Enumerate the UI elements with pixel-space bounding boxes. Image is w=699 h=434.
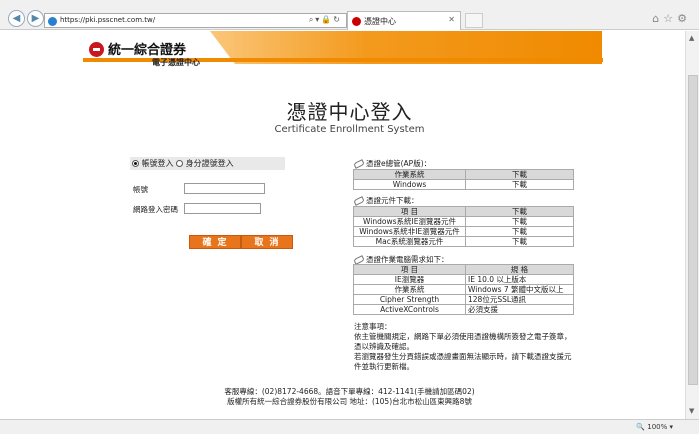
browser-tab[interactable]: 憑證中心 ✕ <box>347 11 461 30</box>
address-url[interactable]: https://pki.psscnet.com.tw/ <box>60 16 155 24</box>
table-cell: Windows <box>353 179 466 190</box>
leaf-icon <box>353 196 365 206</box>
confirm-button[interactable]: 確定 <box>189 235 241 249</box>
table-cell: Mac系統瀏覽器元件 <box>353 236 466 247</box>
account-label: 帳號 <box>133 185 148 194</box>
notes-line-1: 依主管機關規定，網路下單必須使用憑證機構所簽發之電子簽章，憑以辨識及確認。 <box>354 332 572 351</box>
page-title: 憑證中心登入 <box>286 100 413 124</box>
table-cell: 128位元SSL通訊 <box>465 294 574 305</box>
table-cell: 作業系統 <box>353 284 466 295</box>
radio-account-login[interactable] <box>132 160 139 167</box>
download-link[interactable]: 下載 <box>465 216 574 227</box>
table-header: 作業系統 <box>353 169 466 180</box>
zoom-value[interactable]: 100% <box>647 423 667 431</box>
download-link[interactable]: 下載 <box>465 226 574 237</box>
section-requirements-title: 憑證作業電腦需求如下： <box>366 255 449 264</box>
login-type-selector: 帳號登入 身分證號登入 <box>130 157 285 170</box>
table-header: 項 目 <box>353 206 466 217</box>
address-bar[interactable]: https://pki.psscnet.com.tw/ ⌕▾🔒↻ <box>44 13 347 28</box>
zoom-level[interactable]: 🔍 100% ▾ <box>636 423 673 431</box>
favorites-icon[interactable]: ☆ <box>663 12 677 25</box>
address-tools-icon[interactable]: ⌕▾🔒↻ <box>309 15 342 25</box>
home-icon[interactable]: ⌂ <box>652 12 663 25</box>
scroll-down-icon[interactable]: ▼ <box>689 407 694 415</box>
table-cell: Cipher Strength <box>353 294 466 305</box>
forward-button[interactable]: ▶ <box>27 10 44 27</box>
table-cell: Windows系統IE瀏覽器元件 <box>353 216 466 227</box>
table-cell: Windows 7 繁體中文版以上 <box>465 284 574 295</box>
table-cell: Windows系統非IE瀏覽器元件 <box>353 226 466 237</box>
scroll-up-icon[interactable]: ▲ <box>689 34 694 42</box>
new-tab-button[interactable] <box>465 13 483 28</box>
footer-copyright: 版權所有統一綜合證券股份有限公司 地址：(105)台北市松山區東興路8號 <box>227 397 472 406</box>
back-button[interactable]: ◀ <box>8 10 25 27</box>
logo-mark-icon <box>89 42 104 57</box>
table-header: 下載 <box>465 206 574 217</box>
table-cell: 必須支援 <box>465 304 574 315</box>
section-ap-heading: 憑證e總管(AP版)： <box>353 158 432 169</box>
section-components-heading: 憑證元件下載： <box>353 195 419 206</box>
notes-line-2: 若瀏覽器發生分頁錯誤或憑證畫面無法顯示時，請下載憑證支援元件並執行更新檔。 <box>354 352 572 371</box>
toolbar-icons[interactable]: ⌂☆⚙ <box>652 12 691 25</box>
download-link[interactable]: 下載 <box>465 179 574 190</box>
radio-id-login[interactable] <box>176 160 184 167</box>
radio-id-label[interactable]: 身分證號登入 <box>186 159 234 168</box>
company-logo: 統一綜合證券 電子憑證中心 <box>89 40 219 70</box>
close-tab-icon[interactable]: ✕ <box>448 15 455 24</box>
gear-icon[interactable]: ⚙ <box>677 12 691 25</box>
table-cell: IE瀏覽器 <box>353 274 466 285</box>
site-icon <box>48 17 57 26</box>
notes-section: 注意事項： 依主管機關規定，網路下單必須使用憑證機構所簽發之電子簽章，憑以辨識及… <box>354 322 576 372</box>
account-input[interactable] <box>184 183 265 194</box>
status-bar: 🔍 100% ▾ <box>0 419 699 434</box>
vertical-scrollbar[interactable]: ▲ ▼ <box>685 31 699 419</box>
logo-subtitle: 電子憑證中心 <box>152 58 200 67</box>
ap-download-table: 作業系統 下載 Windows 下載 <box>353 169 574 190</box>
password-input[interactable] <box>184 203 261 214</box>
password-label: 網路登入密碼 <box>133 205 178 214</box>
section-ap-title: 憑證e總管(AP版)： <box>366 159 432 168</box>
radio-account-label[interactable]: 帳號登入 <box>142 159 174 168</box>
components-table: 項 目下載 Windows系統IE瀏覽器元件 下載 Windows系統非IE瀏覽器… <box>353 206 574 247</box>
leaf-icon <box>353 159 365 169</box>
cancel-button[interactable]: 取消 <box>241 235 293 249</box>
table-header: 項 目 <box>353 264 466 275</box>
scrollbar-thumb[interactable] <box>688 75 698 385</box>
notes-heading: 注意事項： <box>354 322 392 331</box>
table-header: 下載 <box>465 169 574 180</box>
tab-favicon <box>352 17 361 26</box>
download-link[interactable]: 下載 <box>465 236 574 247</box>
table-cell: IE 10.0 以上版本 <box>465 274 574 285</box>
table-header: 規 格 <box>465 264 574 275</box>
section-components-title: 憑證元件下載： <box>366 196 419 205</box>
table-cell: ActiveXControls <box>353 304 466 315</box>
logo-company-name: 統一綜合證券 <box>108 43 187 58</box>
tab-title: 憑證中心 <box>364 17 396 26</box>
browser-toolbar: ◀ ▶ https://pki.psscnet.com.tw/ ⌕▾🔒↻ 憑證中… <box>0 0 699 30</box>
requirements-table: 項 目規 格 IE瀏覽器 IE 10.0 以上版本 作業系統 Windows 7 繁… <box>353 264 574 315</box>
page-subtitle: Certificate Enrollment System <box>274 124 425 135</box>
